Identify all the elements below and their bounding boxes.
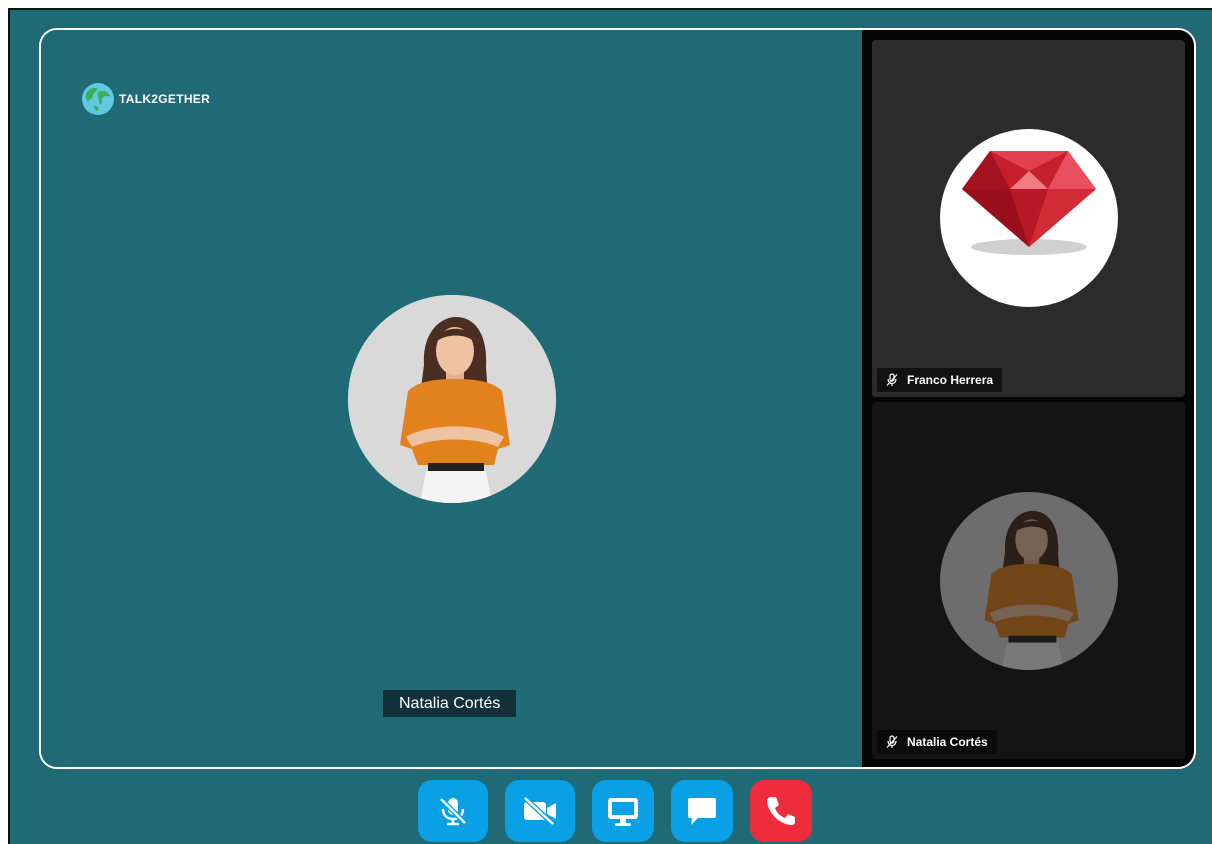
participant-name: Natalia Cortés	[907, 735, 988, 749]
ruby-gem-image	[940, 129, 1118, 307]
participant-avatar	[940, 492, 1118, 670]
participants-sidebar: Franco Herrera Natalia Cortés	[862, 30, 1194, 767]
brand-logo: TALK2GETHER	[81, 82, 210, 116]
phone-icon	[767, 797, 795, 825]
main-speaker-name: Natalia Cortés	[383, 690, 517, 717]
share-screen-button[interactable]	[592, 780, 654, 842]
participant-name-label: Franco Herrera	[877, 368, 1003, 392]
participant-avatar	[940, 129, 1118, 307]
globe-icon	[82, 83, 114, 115]
main-speaker-avatar	[348, 295, 556, 503]
chat-button[interactable]	[671, 780, 733, 842]
monitor-icon	[608, 798, 638, 826]
woman-portrait-image	[348, 295, 556, 503]
brand-name: TALK2GETHER	[119, 92, 211, 106]
video-slash-icon	[523, 796, 556, 826]
woman-portrait-image	[940, 492, 1118, 670]
chat-bubble-icon	[688, 798, 716, 825]
participant-name: Franco Herrera	[907, 373, 994, 387]
call-controls	[418, 780, 812, 842]
mute-button[interactable]	[418, 780, 488, 842]
hang-up-button[interactable]	[750, 780, 812, 842]
microphone-slash-icon	[439, 797, 467, 826]
video-call-app: TALK2GETHER Natalia Cortés Franco Herrer…	[8, 8, 1212, 844]
participant-name-label: Natalia Cortés	[877, 730, 997, 754]
microphone-slash-icon	[886, 735, 898, 748]
main-speaker-view: TALK2GETHER Natalia Cortés	[41, 30, 862, 767]
participant-tile[interactable]: Natalia Cortés	[872, 402, 1185, 759]
camera-toggle-button[interactable]	[505, 780, 575, 842]
participant-tile[interactable]: Franco Herrera	[872, 40, 1185, 397]
call-stage: TALK2GETHER Natalia Cortés Franco Herrer…	[39, 28, 1196, 769]
microphone-slash-icon	[886, 373, 898, 386]
